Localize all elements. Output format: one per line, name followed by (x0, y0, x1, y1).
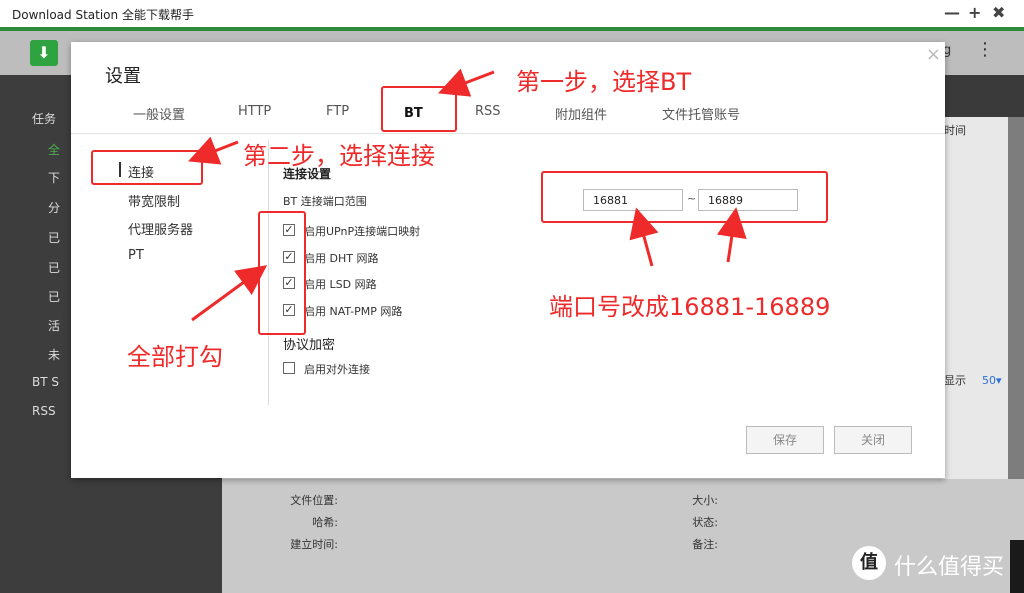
arrow-to-port-from (629, 207, 659, 267)
watermark-text: 什么值得买 (894, 555, 1005, 580)
annotation-step2: 第二步，选择连接 (243, 142, 435, 170)
arrow-to-checkboxes (191, 265, 268, 322)
annotation-step1: 第一步，选择BT (516, 68, 692, 96)
annotation-arrows (188, 68, 747, 322)
arrow-to-bt-tab (437, 68, 495, 97)
annotation-check-all: 全部打勾 (127, 343, 223, 371)
arrow-to-port-to (716, 207, 747, 263)
arrow-to-connection (188, 136, 239, 165)
watermark-logo: 值 (852, 546, 886, 580)
annotation-port-note: 端口号改成16881-16889 (549, 293, 831, 321)
